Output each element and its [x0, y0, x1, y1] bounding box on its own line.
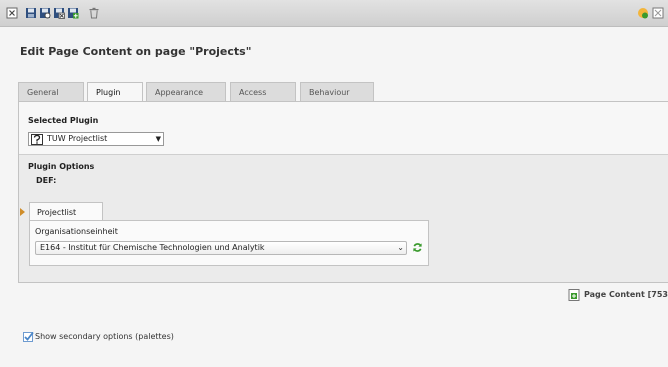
save-and-view-icon[interactable] — [39, 7, 51, 19]
def-label: DEF: — [36, 176, 57, 185]
page-content-label: Page Content [753] — [584, 290, 668, 299]
secondary-options-label: Show secondary options (palettes) — [35, 332, 174, 341]
tab-label: Access — [239, 88, 267, 97]
tab-label: Plugin — [96, 88, 121, 97]
org-unit-label: Organisationseinheit — [35, 227, 118, 236]
plugin-options-label: Plugin Options — [28, 162, 95, 171]
selected-plugin-label: Selected Plugin — [28, 116, 99, 125]
plugin-select[interactable]: TUW Projectlist ▼ — [28, 132, 164, 146]
save-and-close-icon[interactable] — [53, 7, 65, 19]
tab-access[interactable]: Access — [230, 82, 296, 101]
tab-label: General — [27, 88, 59, 97]
save-and-new-icon[interactable] — [67, 7, 79, 19]
chevron-down-icon: ⌄ — [397, 243, 404, 252]
tab-behaviour[interactable]: Behaviour — [300, 82, 374, 101]
tab-general[interactable]: General — [18, 82, 84, 101]
close-document-icon[interactable] — [6, 7, 18, 19]
refresh-icon[interactable] — [412, 242, 423, 253]
active-tab-arrow-icon — [20, 208, 25, 216]
help-icon[interactable] — [637, 7, 649, 19]
org-unit-select[interactable]: E164 - Institut für Chemische Technologi… — [35, 241, 407, 255]
page-title: Edit Page Content on page "Projects" — [20, 45, 252, 58]
tab-projectlist[interactable]: Projectlist — [29, 202, 103, 221]
fullscreen-icon[interactable] — [652, 7, 664, 19]
tab-label: Appearance — [155, 88, 204, 97]
checkbox-checked-icon[interactable] — [23, 331, 34, 342]
selected-plugin-section: Selected Plugin TUW Projectlist ▼ — [19, 102, 668, 155]
plugin-select-value: TUW Projectlist — [47, 134, 108, 143]
delete-icon[interactable] — [88, 7, 100, 19]
page-content-icon — [568, 289, 580, 301]
plugin-icon — [31, 134, 43, 145]
dropdown-arrow-icon: ▼ — [155, 135, 161, 143]
save-icon[interactable] — [25, 7, 37, 19]
doc-toolbar — [0, 0, 668, 27]
org-unit-value: E164 - Institut für Chemische Technologi… — [40, 243, 265, 252]
tab-appearance[interactable]: Appearance — [146, 82, 226, 101]
projectlist-box: Organisationseinheit E164 - Institut für… — [29, 220, 429, 266]
tab-plugin[interactable]: Plugin — [87, 82, 143, 102]
tab-label: Projectlist — [37, 208, 77, 217]
tab-label: Behaviour — [309, 88, 350, 97]
plugin-panel: Selected Plugin TUW Projectlist ▼ Plugin… — [18, 101, 668, 283]
